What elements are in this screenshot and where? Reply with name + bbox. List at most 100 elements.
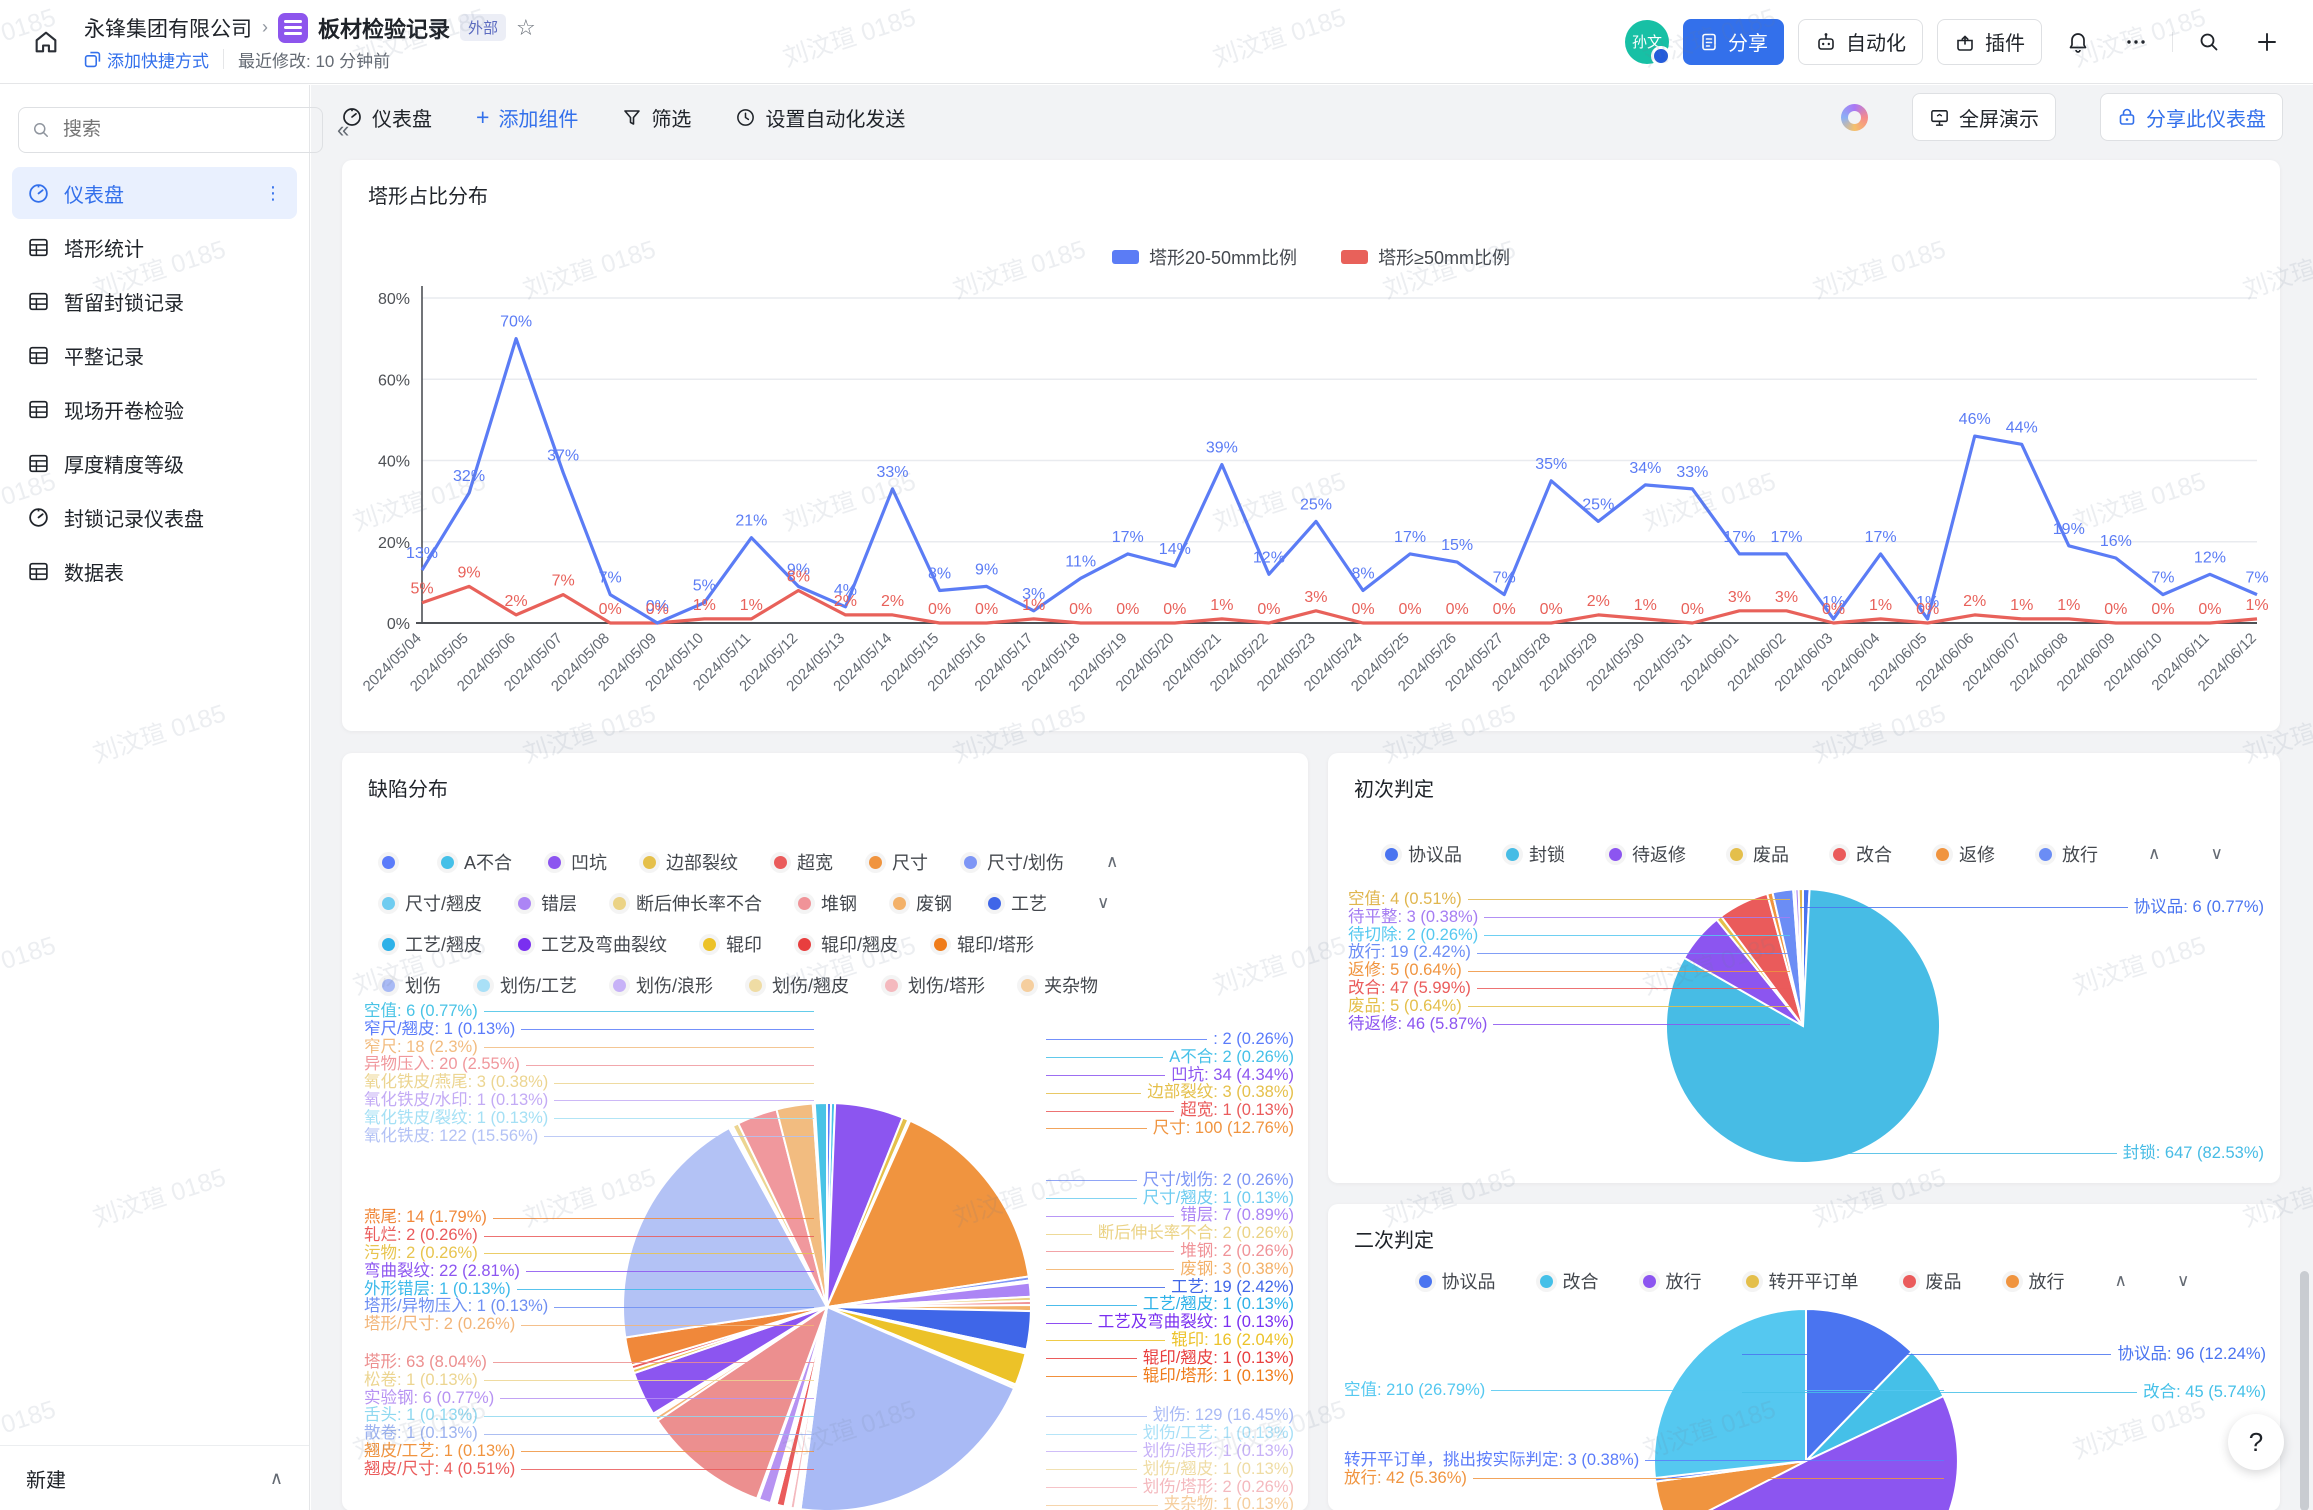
sidebar-item-6[interactable]: 厚度精度等级⋮ <box>12 437 297 489</box>
table-icon <box>26 235 50 259</box>
svg-text:0%: 0% <box>387 616 410 633</box>
ai-gradient-icon[interactable] <box>1841 104 1868 131</box>
legend-item[interactable]: 塔形20-50mm比例 <box>1112 244 1297 270</box>
sidebar-item-label: 现场开卷检验 <box>64 395 184 424</box>
pie-label: 尺寸: 100 (12.76%) <box>1040 1120 1294 1138</box>
svg-text:0%: 0% <box>2198 601 2221 618</box>
svg-text:1%: 1% <box>1210 597 1233 614</box>
share-dashboard-button[interactable]: 分享此仪表盘 <box>2100 93 2283 141</box>
sidebar-item-label: 塔形统计 <box>64 233 144 262</box>
automation-button[interactable]: 自动化 <box>1798 19 1923 65</box>
share-button[interactable]: 分享 <box>1683 19 1784 65</box>
svg-text:13%: 13% <box>406 545 438 562</box>
svg-text:16%: 16% <box>2100 533 2132 550</box>
new-button[interactable] <box>2245 20 2289 64</box>
item-more-icon[interactable]: ⋮ <box>264 183 283 204</box>
sidebar-item-2[interactable]: 塔形统计⋮ <box>12 221 297 273</box>
chevron-up-icon[interactable]: ∧ <box>270 1468 283 1489</box>
pie-label: 划伤/工艺: 1 (0.13%) <box>1040 1425 1294 1443</box>
pie-label: 工艺: 19 (2.42%) <box>1040 1279 1294 1297</box>
svg-text:7%: 7% <box>2151 570 2174 587</box>
filter-button[interactable]: 筛选 <box>622 103 691 132</box>
pie-label: 断后伸长率不合: 2 (0.26%) <box>1040 1225 1294 1243</box>
search-button[interactable] <box>2187 20 2231 64</box>
sidebar-item-7[interactable]: 封锁记录仪表盘⋮ <box>12 491 297 543</box>
collapse-sidebar-icon[interactable]: « <box>333 113 353 147</box>
svg-text:3%: 3% <box>1728 589 1751 606</box>
sidebar-item-5[interactable]: 现场开卷检验⋮ <box>12 383 297 435</box>
pie-label: 散卷: 1 (0.13%) <box>364 1425 820 1443</box>
legend-item[interactable]: 塔形≥50mm比例 <box>1341 244 1510 270</box>
pie-label: 划伤/浪形: 1 (0.13%) <box>1040 1443 1294 1461</box>
pie-label: 工艺及弯曲裂纹: 1 (0.13%) <box>1040 1314 1294 1332</box>
svg-text:1%: 1% <box>1869 597 1892 614</box>
table-icon <box>26 559 50 583</box>
pie-label: 轧烂: 2 (0.26%) <box>364 1227 820 1245</box>
schedule-icon <box>735 107 756 128</box>
fullscreen-present-button[interactable]: 全屏演示 <box>1912 93 2056 141</box>
share-doc-icon <box>1699 32 1719 52</box>
sidebar-item-label: 封锁记录仪表盘 <box>64 503 204 532</box>
svg-text:3%: 3% <box>1775 589 1798 606</box>
svg-text:1%: 1% <box>1022 597 1045 614</box>
plugin-icon <box>1954 31 1976 53</box>
pie-label: 夹杂物: 1 (0.13%) <box>1040 1496 1294 1510</box>
presentation-icon <box>1929 107 1950 128</box>
pie-label: 返修: 5 (0.64%) <box>1348 962 1796 980</box>
svg-text:34%: 34% <box>1629 460 1661 477</box>
sidebar-item-1[interactable]: 仪表盘⋮ <box>12 167 297 219</box>
add-widget-button[interactable]: + 添加组件 <box>476 103 578 132</box>
search-icon <box>31 120 51 140</box>
lock-icon <box>2117 107 2137 127</box>
svg-text:0%: 0% <box>1540 601 1563 618</box>
table-icon <box>26 397 50 421</box>
home-button[interactable] <box>24 20 68 64</box>
svg-text:12%: 12% <box>2194 549 2226 566</box>
breadcrumb-company[interactable]: 永锋集团有限公司 <box>84 13 252 43</box>
new-table-button[interactable]: 新建 <box>26 1464 66 1493</box>
sidebar-search[interactable] <box>18 107 323 153</box>
plugins-button[interactable]: 插件 <box>1937 19 2042 65</box>
breadcrumb-separator: › <box>262 17 268 38</box>
plus-icon <box>2255 30 2279 54</box>
svg-text:46%: 46% <box>1959 411 1991 428</box>
pie-label: 舌头: 1 (0.13%) <box>364 1407 820 1425</box>
auto-send-button[interactable]: 设置自动化发送 <box>735 103 905 132</box>
sidebar-item-label: 厚度精度等级 <box>64 449 184 478</box>
scrollbar-thumb[interactable] <box>2300 1271 2309 1510</box>
svg-text:0%: 0% <box>928 601 951 618</box>
dashboard-switcher[interactable]: 仪表盘 <box>341 103 432 132</box>
pie-label: 翘皮/工艺: 1 (0.13%) <box>364 1443 820 1461</box>
more-button[interactable] <box>2114 20 2158 64</box>
pie-label: 改合: 45 (5.74%) <box>1736 1384 2266 1402</box>
pie-label: 待切除: 2 (0.26%) <box>1348 927 1796 945</box>
pie-label: A不合: 2 (0.26%) <box>1040 1049 1294 1067</box>
pie-label: 超宽: 1 (0.13%) <box>1040 1102 1294 1120</box>
pie-label: 燕尾: 14 (1.79%) <box>364 1209 820 1227</box>
svg-text:80%: 80% <box>378 291 410 308</box>
notifications-button[interactable] <box>2056 20 2100 64</box>
star-icon[interactable]: ☆ <box>516 15 536 41</box>
pie-label: 异物压入: 20 (2.55%) <box>364 1056 820 1074</box>
pie-label: 窄尺: 18 (2.3%) <box>364 1039 820 1057</box>
svg-text:35%: 35% <box>1535 456 1567 473</box>
panel-defect-distribution: 缺陷分布 A不合凹坑边部裂纹超宽尺寸尺寸/划伤∧尺寸/翘皮错层断后伸长率不合堆钢… <box>342 753 1308 1510</box>
gauge-icon <box>26 505 50 529</box>
sidebar-item-4[interactable]: 平整记录⋮ <box>12 329 297 381</box>
svg-text:44%: 44% <box>2006 419 2038 436</box>
second-labels-right: 协议品: 96 (12.24%)改合: 45 (5.74%) <box>1736 1346 2266 1402</box>
sidebar-item-3[interactable]: 暂留封锁记录⋮ <box>12 275 297 327</box>
svg-text:14%: 14% <box>1159 541 1191 558</box>
svg-text:7%: 7% <box>552 573 575 590</box>
pie-label: 氧化铁皮/水印: 1 (0.13%) <box>364 1092 820 1110</box>
sidebar-search-input[interactable] <box>61 118 310 142</box>
legend-swatch <box>1112 250 1139 264</box>
svg-text:9%: 9% <box>975 561 998 578</box>
pie-label: 污物: 2 (0.26%) <box>364 1245 820 1263</box>
add-shortcut-link[interactable]: 添加快捷方式 <box>84 47 209 72</box>
avatar[interactable]: 孙文 <box>1625 20 1669 64</box>
sidebar-item-8[interactable]: 数据表⋮ <box>12 545 297 597</box>
help-button[interactable]: ? <box>2228 1414 2284 1470</box>
svg-text:17%: 17% <box>1770 529 1802 546</box>
pie-label: 边部裂纹: 3 (0.38%) <box>1040 1084 1294 1102</box>
